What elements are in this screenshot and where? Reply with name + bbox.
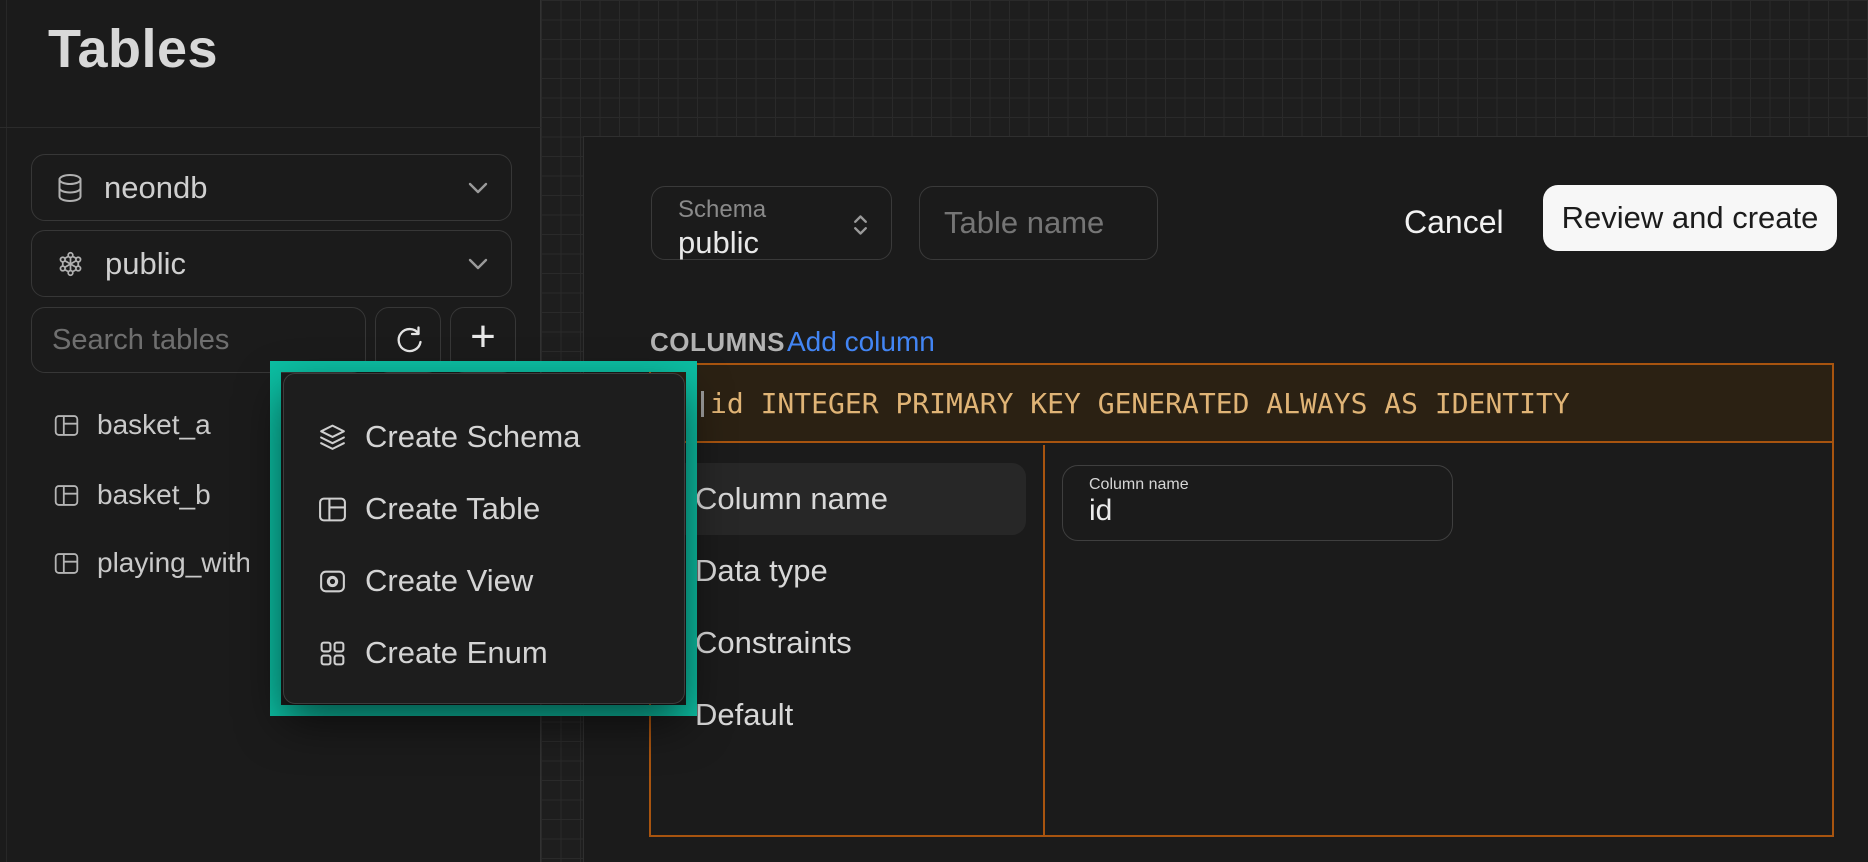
menu-item-label: Create View <box>365 563 533 599</box>
column-name-input[interactable] <box>1089 494 1419 528</box>
table-name: basket_b <box>97 479 211 511</box>
table-icon <box>53 482 80 509</box>
tab-column-name[interactable]: Column name <box>670 463 1026 535</box>
column-sql-row[interactable]: id INTEGER PRIMARY KEY GENERATED ALWAYS … <box>651 365 1832 443</box>
menu-item-label: Create Schema <box>365 419 580 455</box>
refresh-button[interactable] <box>375 307 441 373</box>
page-title: Tables <box>48 18 218 80</box>
table-name-input[interactable] <box>919 186 1158 260</box>
refresh-icon <box>392 324 424 356</box>
enum-icon <box>317 638 348 669</box>
table-name: playing_with_n <box>97 547 249 579</box>
columns-heading: COLUMNS <box>650 327 785 358</box>
window-left-edge <box>6 0 7 862</box>
cancel-button[interactable]: Cancel <box>1384 192 1524 252</box>
database-icon <box>56 173 84 203</box>
schema-icon <box>56 249 85 279</box>
menu-item-create-table[interactable]: Create Table <box>284 473 684 545</box>
drag-handle-icon <box>701 391 704 417</box>
menu-item-create-schema[interactable]: Create Schema <box>284 401 684 473</box>
plus-icon: + <box>470 315 496 359</box>
add-column-link[interactable]: Add column <box>787 326 935 358</box>
schema-select-value: public <box>105 246 186 282</box>
menu-item-label: Create Enum <box>365 635 548 671</box>
table-icon <box>317 494 348 525</box>
schema-field[interactable]: Schema public <box>651 186 892 260</box>
review-and-create-button[interactable]: Review and create <box>1543 185 1837 251</box>
column-sql-text: id INTEGER PRIMARY KEY GENERATED ALWAYS … <box>710 387 1570 420</box>
tab-data-type[interactable]: Data type <box>670 535 1026 607</box>
table-icon <box>53 412 80 439</box>
table-icon <box>53 550 80 577</box>
layers-icon <box>317 422 348 453</box>
column-tabs: Column name Data type Constraints Defaul… <box>651 445 1045 835</box>
menu-item-label: Create Table <box>365 491 540 527</box>
database-select-value: neondb <box>104 170 207 206</box>
menu-item-create-view[interactable]: Create View <box>284 545 684 617</box>
sidebar-divider <box>0 127 541 128</box>
chevron-down-icon <box>467 181 489 195</box>
column-editor-panel: id INTEGER PRIMARY KEY GENERATED ALWAYS … <box>649 363 1834 837</box>
column-name-field[interactable]: Column name <box>1062 465 1453 541</box>
tab-default[interactable]: Default <box>670 679 1026 751</box>
column-name-field-label: Column name <box>1089 476 1189 493</box>
menu-item-create-enum[interactable]: Create Enum <box>284 617 684 689</box>
column-form: Column name <box>1045 445 1832 835</box>
table-list-item[interactable]: basket_b <box>53 471 211 519</box>
table-list-item[interactable]: playing_with_n <box>53 539 249 587</box>
database-select[interactable]: neondb <box>31 154 512 221</box>
chevron-up-down-icon <box>852 213 869 237</box>
tab-constraints[interactable]: Constraints <box>670 607 1026 679</box>
create-table-panel: Schema public Cancel Review and create C… <box>583 136 1868 862</box>
add-table-button[interactable]: + <box>450 307 516 373</box>
chevron-down-icon <box>467 257 489 271</box>
search-input[interactable] <box>31 307 366 373</box>
schema-select[interactable]: public <box>31 230 512 297</box>
table-name: basket_a <box>97 409 211 441</box>
create-menu: Create Schema Create Table Create View <box>283 373 685 704</box>
view-icon <box>317 566 348 597</box>
table-list-item[interactable]: basket_a <box>53 401 211 449</box>
column-editor-body: Column name Data type Constraints Defaul… <box>651 445 1832 835</box>
